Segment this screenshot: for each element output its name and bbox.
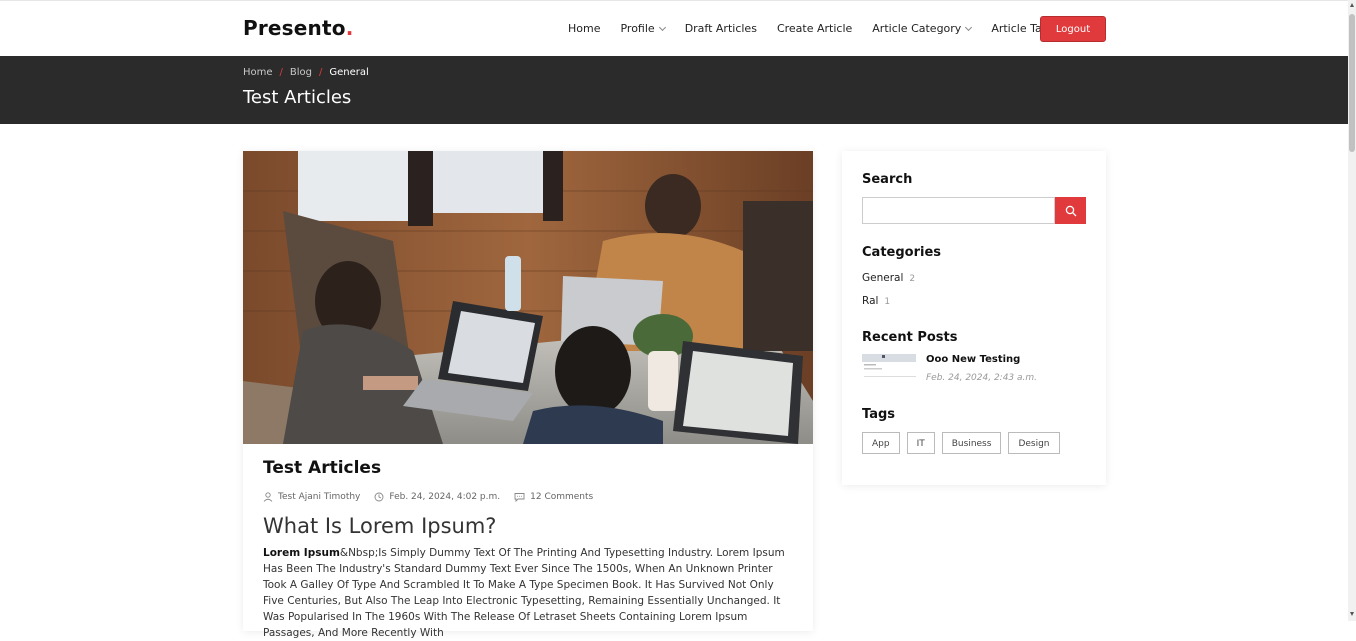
search-input[interactable] bbox=[862, 197, 1055, 224]
nav-article-category-label: Article Category bbox=[872, 22, 962, 35]
nav-home-label: Home bbox=[568, 22, 601, 35]
page-title: Test Articles bbox=[243, 87, 352, 108]
comment-icon bbox=[514, 493, 525, 502]
article-author-label: Test Ajani Timothy bbox=[278, 492, 361, 502]
category-name: General bbox=[862, 272, 904, 284]
logo-dot: . bbox=[345, 16, 354, 40]
chevron-down-icon bbox=[658, 23, 666, 31]
nav-profile-label: Profile bbox=[620, 22, 655, 35]
nav-profile[interactable]: Profile bbox=[620, 22, 666, 35]
scrollbar-thumb[interactable] bbox=[1349, 14, 1355, 152]
recent-post-title[interactable]: Ooo New Testing bbox=[926, 354, 1020, 365]
breadcrumb-separator: / bbox=[319, 67, 323, 78]
category-item[interactable]: Ral 1 bbox=[862, 295, 890, 307]
article-body-heading: What Is Lorem Ipsum? bbox=[263, 514, 497, 538]
category-name: Ral bbox=[862, 295, 879, 307]
tag-business[interactable]: Business bbox=[941, 432, 1002, 454]
search-heading: Search bbox=[862, 172, 913, 187]
breadcrumb-blog[interactable]: Blog bbox=[290, 67, 312, 78]
tags-heading: Tags bbox=[862, 407, 896, 422]
chevron-down-icon bbox=[965, 23, 973, 31]
article-date-label: Feb. 24, 2024, 4:02 p.m. bbox=[389, 492, 501, 502]
article-comments[interactable]: 12 Comments bbox=[514, 492, 593, 502]
breadcrumb-separator: / bbox=[279, 67, 283, 78]
logo-text: Presento bbox=[243, 16, 346, 40]
article-hero-image bbox=[243, 151, 813, 444]
article-title[interactable]: Test Articles bbox=[263, 458, 381, 478]
tag-design[interactable]: Design bbox=[1008, 432, 1060, 454]
article-body-lead: Lorem Ipsum bbox=[263, 547, 340, 559]
nav-create-article[interactable]: Create Article bbox=[777, 22, 852, 35]
category-count: 1 bbox=[884, 297, 891, 307]
page-scrollbar[interactable] bbox=[1348, 0, 1356, 621]
site-logo[interactable]: Presento. bbox=[243, 16, 354, 40]
nav-create-article-label: Create Article bbox=[776, 22, 853, 35]
article-body-text: &Nbsp;Is Simply Dummy Text Of The Printi… bbox=[263, 547, 785, 639]
breadcrumb: Home / Blog / General bbox=[243, 67, 369, 78]
category-item[interactable]: General 2 bbox=[862, 272, 915, 284]
search-button[interactable] bbox=[1055, 197, 1086, 224]
search-icon bbox=[1065, 205, 1076, 216]
article-date: Feb. 24, 2024, 4:02 p.m. bbox=[374, 492, 500, 502]
recent-post-thumbnail[interactable] bbox=[862, 354, 916, 380]
page-header-band: Home / Blog / General Test Articles bbox=[0, 56, 1348, 124]
article-meta: Test Ajani Timothy Feb. 24, 2024, 4:02 p… bbox=[263, 492, 607, 502]
user-icon bbox=[263, 492, 273, 502]
categories-heading: Categories bbox=[862, 245, 942, 260]
breadcrumb-current: General bbox=[329, 67, 369, 78]
tag-list: App IT Business Design bbox=[862, 432, 1067, 454]
clock-icon bbox=[374, 492, 384, 502]
nav-home[interactable]: Home bbox=[568, 22, 600, 35]
main-nav: Home Profile Draft Articles Create Artic… bbox=[568, 22, 1084, 35]
tag-app[interactable]: App bbox=[862, 432, 900, 454]
article-card: Test Articles Test Ajani Timothy Feb. 24… bbox=[243, 151, 813, 639]
tag-it[interactable]: IT bbox=[906, 432, 935, 454]
nav-article-category[interactable]: Article Category bbox=[872, 22, 973, 35]
logout-button[interactable]: Logout bbox=[1040, 16, 1106, 42]
category-count: 2 bbox=[909, 274, 916, 284]
top-navbar: Presento. Home Profile Draft Articles Cr… bbox=[0, 0, 1348, 57]
article-comments-label: 12 Comments bbox=[530, 492, 594, 502]
scroll-up-icon[interactable] bbox=[1350, 3, 1354, 7]
breadcrumb-home[interactable]: Home bbox=[243, 67, 273, 78]
article-author[interactable]: Test Ajani Timothy bbox=[263, 492, 360, 502]
recent-posts-heading: Recent Posts bbox=[862, 330, 958, 345]
recent-post-date: Feb. 24, 2024, 2:43 a.m. bbox=[926, 373, 1038, 383]
article-body: Lorem Ipsum&Nbsp;Is Simply Dummy Text Of… bbox=[263, 545, 793, 641]
scroll-down-icon[interactable] bbox=[1350, 612, 1354, 616]
nav-draft-articles-label: Draft Articles bbox=[684, 22, 757, 35]
nav-draft-articles[interactable]: Draft Articles bbox=[685, 22, 757, 35]
sidebar: Search Categories General 2 Ral 1 Recent… bbox=[842, 151, 1106, 485]
